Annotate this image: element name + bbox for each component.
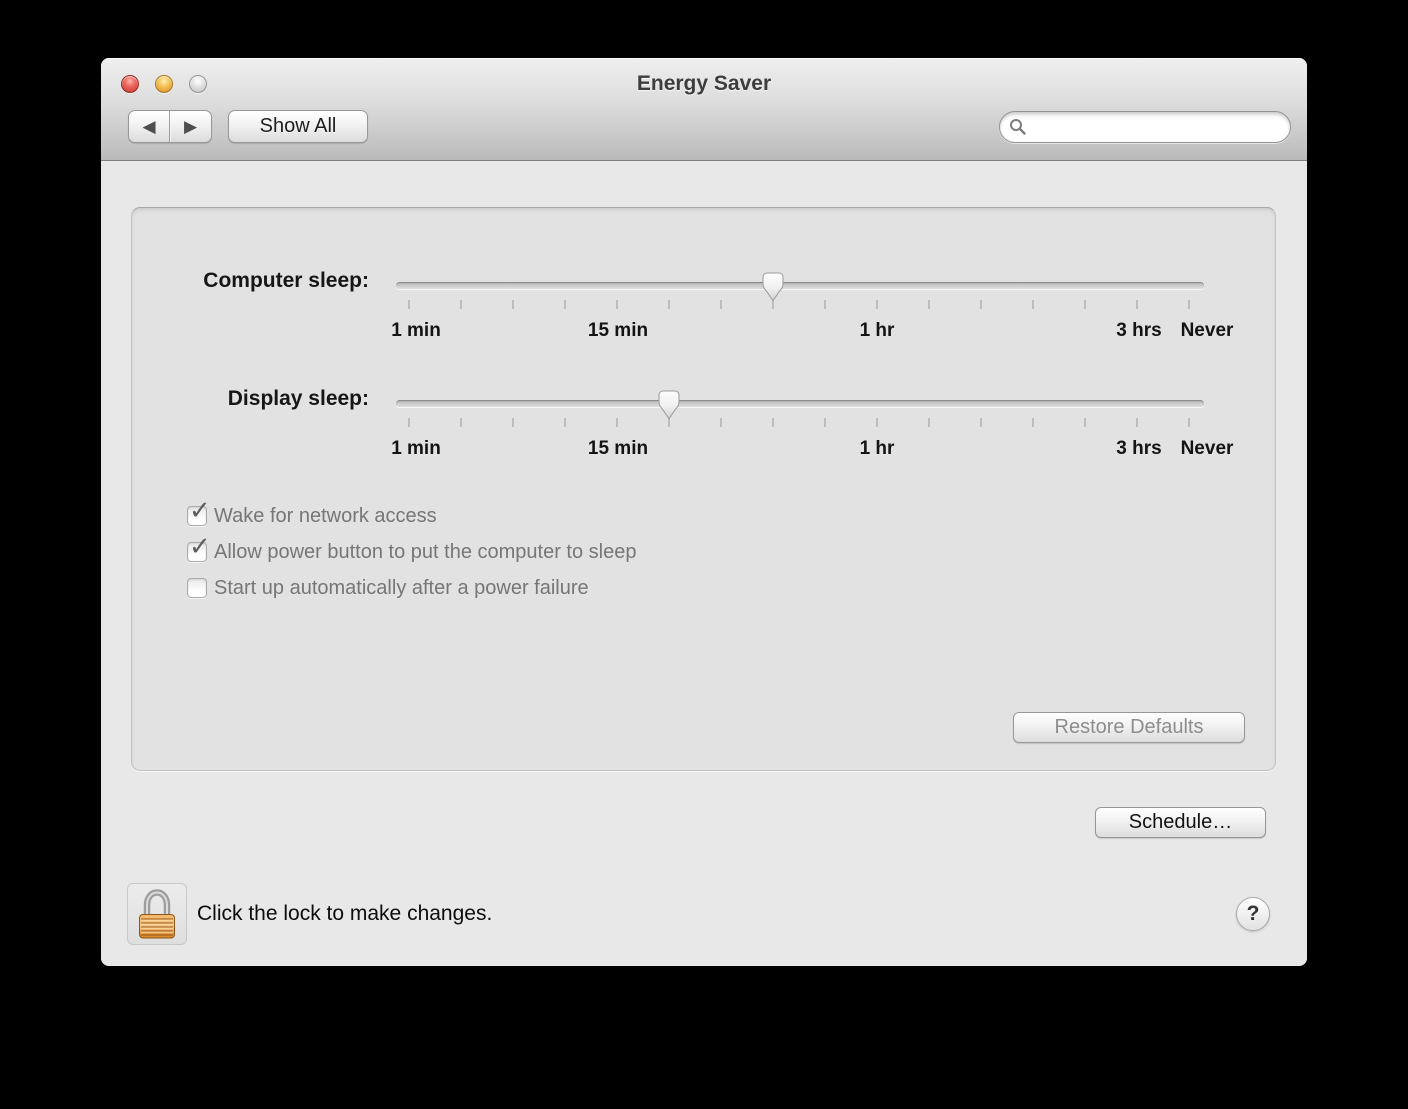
tick-label: 1 hr: [860, 320, 895, 342]
preference-pane-content: Computer sleep: 1 min 15 min 1 hr 3 hrs …: [101, 162, 1307, 966]
tick-label: 3 hrs: [1116, 320, 1161, 342]
computer-sleep-tick-marks: [396, 300, 1204, 309]
tick-label: Never: [1181, 320, 1234, 342]
lock-button[interactable]: [127, 883, 187, 945]
back-arrow-icon: ◀: [142, 117, 155, 137]
computer-sleep-slider-thumb[interactable]: [762, 272, 784, 302]
restore-defaults-button[interactable]: Restore Defaults: [1013, 712, 1245, 743]
computer-sleep-slider-track[interactable]: [396, 282, 1204, 289]
help-button[interactable]: ?: [1236, 897, 1270, 931]
schedule-button[interactable]: Schedule…: [1095, 807, 1266, 838]
display-sleep-tick-labels: 1 min 15 min 1 hr 3 hrs Never: [132, 438, 1277, 464]
title-bar: Energy Saver ◀ ▶ Show All: [101, 58, 1307, 161]
tick-label: 15 min: [588, 320, 648, 342]
tick-label: 15 min: [588, 438, 648, 460]
search-input[interactable]: [999, 111, 1291, 143]
checkbox-row-power-button-sleep[interactable]: ✓ Allow power button to put the computer…: [187, 540, 636, 564]
checkmark-icon: ✓: [189, 497, 211, 523]
checkbox-label: Start up automatically after a power fai…: [214, 577, 589, 600]
desktop: Energy Saver ◀ ▶ Show All: [0, 0, 1408, 1109]
show-all-button[interactable]: Show All: [228, 110, 368, 143]
checkmark-icon: ✓: [189, 533, 211, 559]
tick-label: Never: [1181, 438, 1234, 460]
display-sleep-slider-track[interactable]: [396, 400, 1204, 407]
window-title: Energy Saver: [101, 72, 1307, 96]
restore-defaults-label: Restore Defaults: [1055, 716, 1204, 739]
checkbox-startup-after-power-failure[interactable]: ✓: [187, 578, 207, 598]
show-all-label: Show All: [260, 115, 337, 138]
computer-sleep-label: Computer sleep:: [132, 269, 369, 293]
display-sleep-tick-marks: [396, 418, 1204, 427]
question-mark-icon: ?: [1247, 902, 1260, 926]
schedule-label: Schedule…: [1129, 811, 1232, 834]
energy-saver-window: Energy Saver ◀ ▶ Show All: [101, 58, 1307, 966]
forward-arrow-icon: ▶: [184, 117, 197, 137]
tick-label: 1 hr: [860, 438, 895, 460]
checkbox-row-startup-after-power-failure[interactable]: ✓ Start up automatically after a power f…: [187, 576, 589, 600]
display-sleep-slider-thumb[interactable]: [658, 390, 680, 420]
checkbox-label: Wake for network access: [214, 505, 437, 528]
checkbox-power-button-sleep[interactable]: ✓: [187, 542, 207, 562]
checkbox-row-wake-for-network[interactable]: ✓ Wake for network access: [187, 504, 437, 528]
back-button[interactable]: ◀: [129, 111, 170, 142]
display-sleep-label: Display sleep:: [132, 387, 369, 411]
checkbox-label: Allow power button to put the computer t…: [214, 541, 636, 564]
computer-sleep-tick-labels: 1 min 15 min 1 hr 3 hrs Never: [132, 320, 1277, 346]
history-nav-segmented-control: ◀ ▶: [128, 110, 212, 143]
tick-label: 3 hrs: [1116, 438, 1161, 460]
tick-label: 1 min: [391, 438, 441, 460]
checkbox-wake-for-network[interactable]: ✓: [187, 506, 207, 526]
padlock-closed-icon: [134, 888, 180, 940]
tick-label: 1 min: [391, 320, 441, 342]
search-field-wrap: [999, 111, 1291, 143]
sleep-settings-group: Computer sleep: 1 min 15 min 1 hr 3 hrs …: [131, 207, 1276, 771]
forward-button[interactable]: ▶: [170, 111, 211, 142]
lock-message: Click the lock to make changes.: [197, 883, 492, 945]
